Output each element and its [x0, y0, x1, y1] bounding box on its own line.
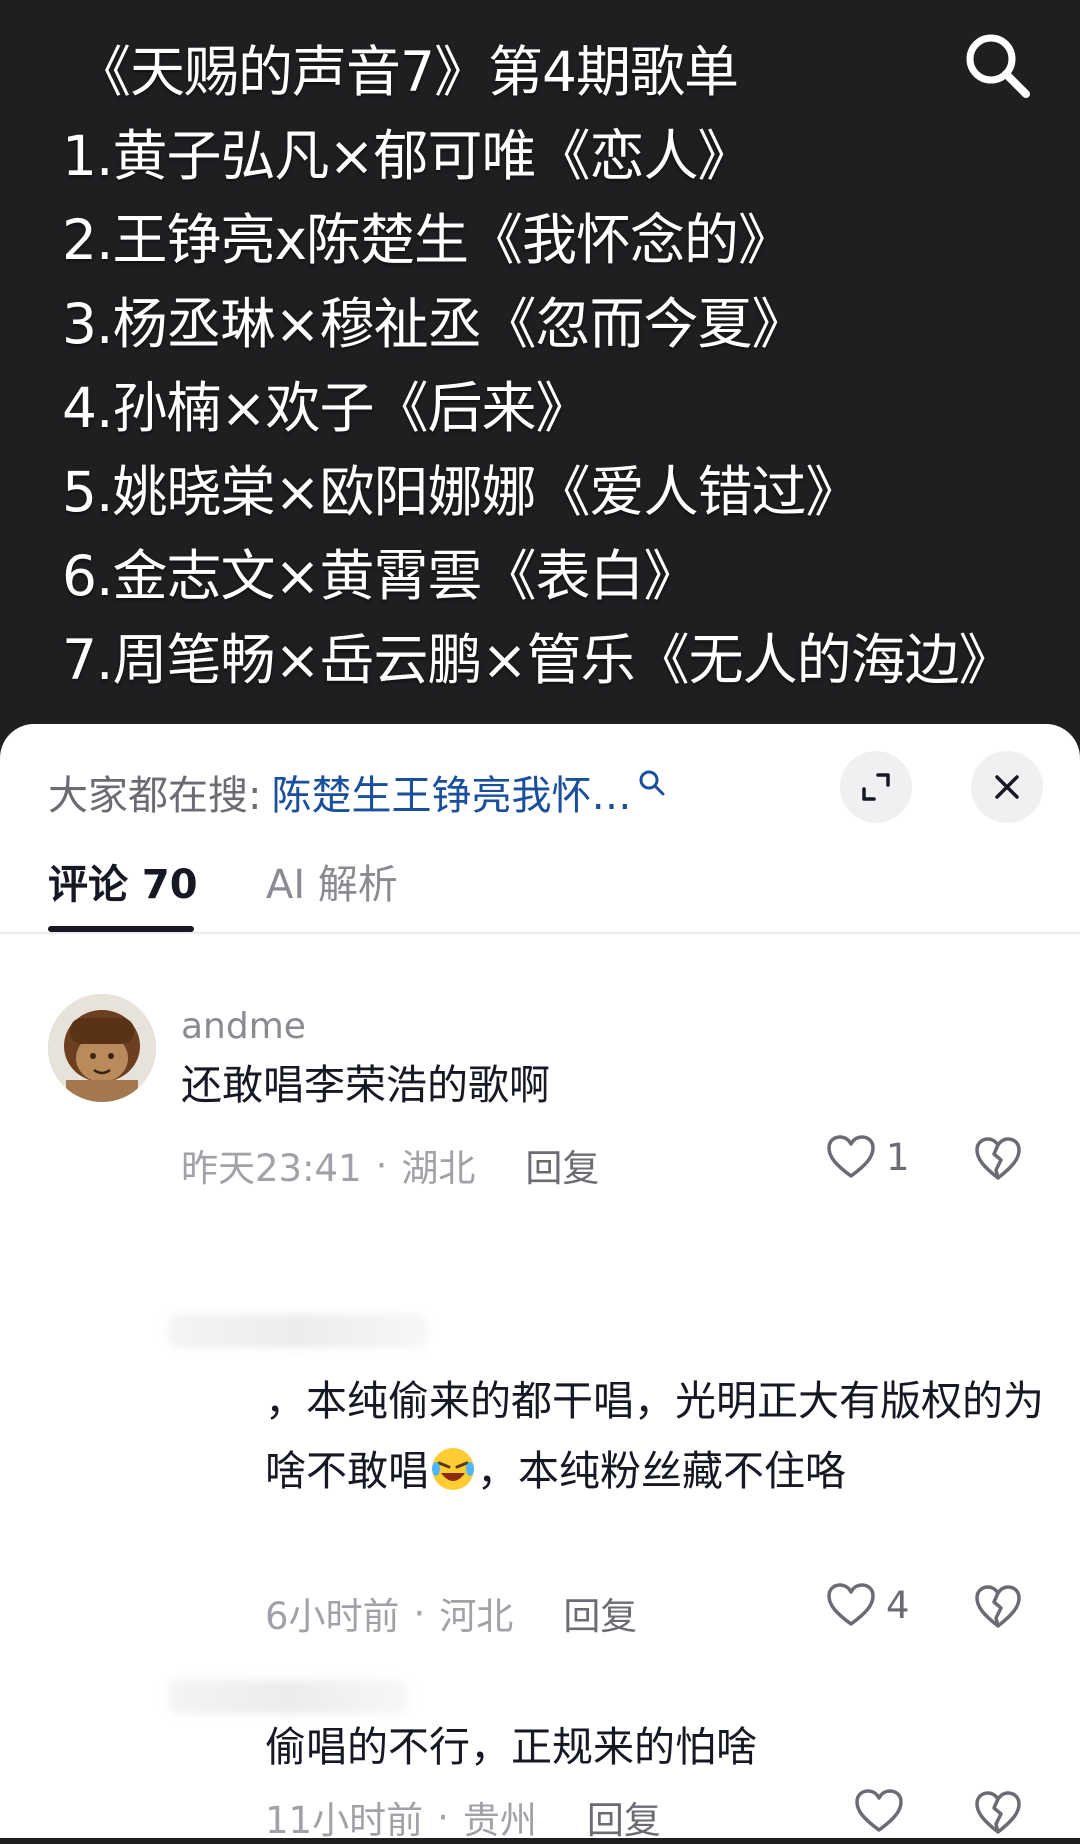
comment-time: 昨天23:41	[181, 1147, 362, 1190]
comment-time: 11小时前	[265, 1799, 424, 1842]
meta-separator: ·	[375, 1143, 388, 1187]
comment-text: 还敢唱李荣浩的歌啊	[181, 1061, 550, 1109]
reply-button[interactable]: 回复	[525, 1138, 599, 1192]
expand-icon	[862, 773, 890, 801]
comment-meta: 11小时前 · 贵州 回复	[265, 1790, 661, 1844]
comment-text: ，本纯偷来的都干唱，光明正大有版权的为啥不敢唱 ，本纯粉丝藏不住咯	[265, 1377, 1044, 1495]
songlist-line-5: 5.姚晓棠×欧阳娜娜《爱人错过》	[62, 460, 861, 524]
songlist-line-4: 4.孙楠×欢子《后来》	[62, 376, 591, 440]
expand-button[interactable]	[840, 751, 912, 823]
search-button[interactable]	[960, 28, 1034, 102]
meta-separator: ·	[437, 1795, 449, 1839]
reply-button[interactable]: 回复	[563, 1586, 637, 1640]
like-button[interactable]: 4	[826, 1582, 910, 1628]
comment-item[interactable]: 偷唱的不行，正规来的怕啥 11小时前 · 贵州 回复	[0, 1680, 1080, 1842]
avatar[interactable]	[48, 994, 156, 1102]
avatar-image	[48, 994, 156, 1102]
laughing-tears-emoji-icon	[432, 1448, 474, 1490]
blurred-username	[168, 1314, 428, 1348]
search-small-icon	[639, 770, 665, 796]
hot-search-label: 大家都在搜:	[48, 773, 262, 819]
comment-item[interactable]: ，本纯偷来的都干唱，光明正大有版权的为啥不敢唱 ，本纯粉丝藏不住咯 6小时前 ·…	[0, 1314, 1080, 1704]
heart-icon	[827, 1135, 875, 1178]
broken-heart-icon[interactable]	[974, 1584, 1022, 1630]
comment-location: 河北	[439, 1595, 514, 1638]
comment-text: 偷唱的不行，正规来的怕啥	[265, 1723, 757, 1771]
hot-search-bar[interactable]: 大家都在搜: 陈楚生王铮亮我怀…	[48, 760, 667, 824]
reply-button[interactable]: 回复	[587, 1790, 661, 1844]
like-button[interactable]: 1	[826, 1134, 910, 1180]
heart-icon	[855, 1789, 903, 1832]
comment-tabs: 评论 70 AI 解析	[0, 842, 1080, 934]
close-button[interactable]	[971, 751, 1043, 823]
hot-search-query-link[interactable]: 陈楚生王铮亮我怀…	[271, 763, 631, 821]
songlist-line-3: 3.杨丞琳×穆祉丞《忽而今夏》	[62, 292, 807, 356]
broken-heart-icon[interactable]	[974, 1136, 1022, 1182]
comment-meta: 6小时前 · 河北 回复	[265, 1586, 637, 1640]
like-count: 1	[886, 1135, 910, 1179]
comment-location: 贵州	[462, 1799, 537, 1842]
comment-sheet: 大家都在搜: 陈楚生王铮亮我怀… 评论 70 AI 解析 andme 还敢唱李荣…	[0, 724, 1080, 1842]
comment-item[interactable]: andme 还敢唱李荣浩的歌啊 昨天23:41 · 湖北 回复 1	[0, 994, 1080, 1234]
tab-ai-analysis[interactable]: AI 解析	[266, 842, 398, 928]
songlist-title: 《天赐的声音7》第4期歌单	[76, 40, 739, 104]
comment-location: 湖北	[401, 1147, 476, 1190]
blurred-username	[168, 1680, 408, 1714]
like-count: 4	[886, 1583, 910, 1627]
close-icon	[995, 775, 1019, 799]
comment-username[interactable]: andme	[181, 1006, 306, 1047]
comment-time: 6小时前	[265, 1595, 400, 1638]
tab-comments[interactable]: 评论 70	[48, 842, 198, 928]
meta-separator: ·	[413, 1591, 426, 1635]
active-tab-indicator	[48, 926, 194, 932]
search-icon	[966, 34, 1030, 98]
broken-heart-icon[interactable]	[974, 1790, 1022, 1836]
songlist-line-1: 1.黄子弘凡×郁可唯《恋人》	[62, 124, 753, 188]
songlist-line-7: 7.周笔畅×岳云鹏×管乐《无人的海边》	[62, 628, 1014, 692]
comment-meta: 昨天23:41 · 湖北 回复	[181, 1138, 599, 1192]
songlist-line-6: 6.金志文×黄霄雲《表白》	[62, 544, 699, 608]
heart-icon	[827, 1583, 875, 1626]
video-overlay[interactable]: 《天赐的声音7》第4期歌单 1.黄子弘凡×郁可唯《恋人》 2.王铮亮x陈楚生《我…	[0, 0, 1080, 730]
like-button[interactable]	[854, 1788, 914, 1834]
songlist-line-2: 2.王铮亮x陈楚生《我怀念的》	[62, 208, 793, 272]
